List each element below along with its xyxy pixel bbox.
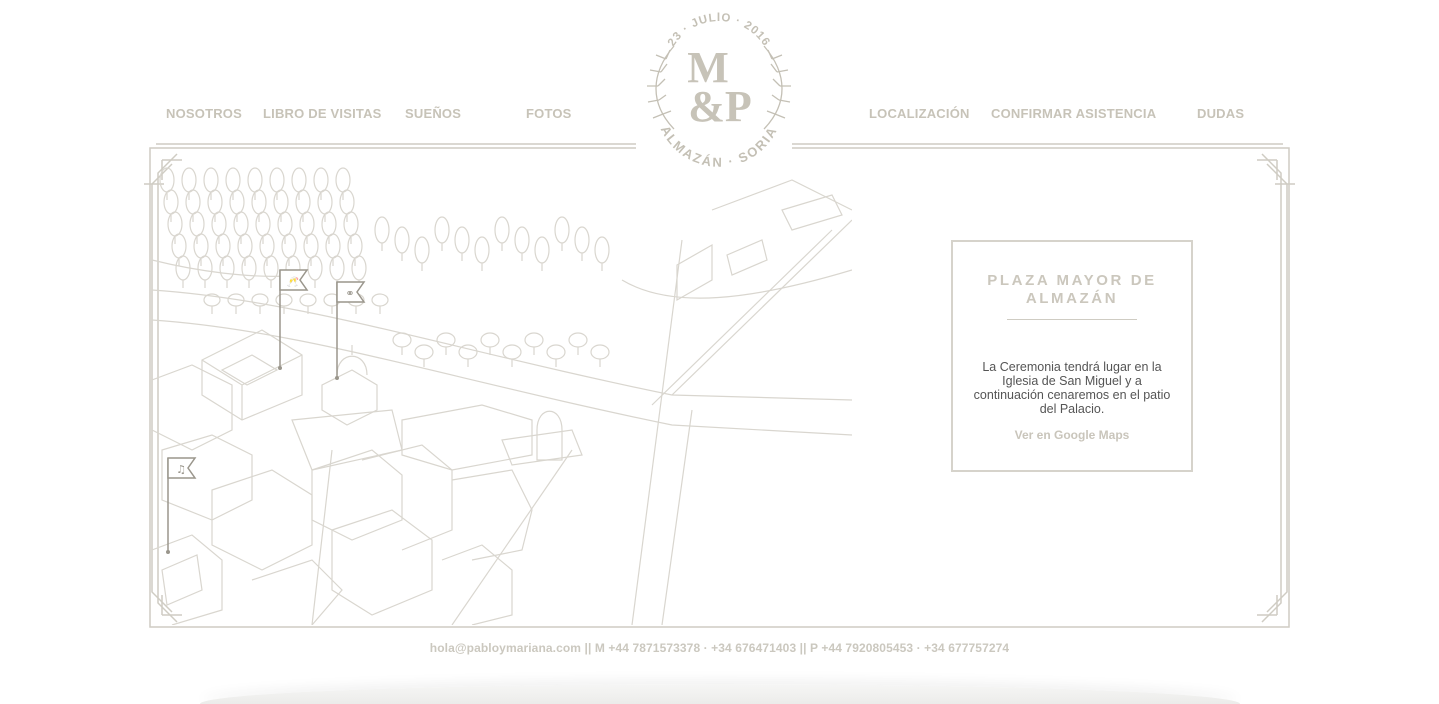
- toast-icon: 🥂: [287, 276, 299, 288]
- card-divider: [1007, 319, 1137, 320]
- music-icon: ♫: [176, 463, 186, 476]
- illustrated-map[interactable]: 🥂 ⚭ ♫: [152, 150, 852, 625]
- wedding-logo[interactable]: 23 · JULIO · 2016 ALMAZÁN · SORIA M &P: [636, 4, 802, 170]
- logo-monogram-p: &P: [688, 82, 752, 131]
- nav-nosotros[interactable]: NOSOTROS: [166, 106, 242, 121]
- nav-fotos[interactable]: FOTOS: [526, 106, 572, 121]
- nav-suenos[interactable]: SUEÑOS: [405, 106, 461, 121]
- rings-icon: ⚭: [345, 287, 354, 300]
- footer-contact: hola@pabloymariana.com || M +44 78715733…: [429, 641, 1010, 655]
- bottom-panel-edge: [200, 684, 1240, 704]
- google-maps-link[interactable]: Ver en Google Maps: [953, 428, 1191, 442]
- nav-dudas[interactable]: DUDAS: [1197, 106, 1244, 121]
- location-card: PLAZA MAYOR DE ALMAZÁN La Ceremonia tend…: [951, 240, 1193, 472]
- nav-confirmar-asistencia[interactable]: CONFIRMAR ASISTENCIA: [991, 106, 1156, 121]
- nav-libro-de-visitas[interactable]: LIBRO DE VISITAS: [263, 106, 382, 121]
- card-description: La Ceremonia tendrá lugar en la Iglesia …: [973, 360, 1171, 416]
- card-title: PLAZA MAYOR DE ALMAZÁN: [987, 272, 1157, 307]
- nav-localizacion[interactable]: LOCALIZACIÓN: [869, 106, 970, 121]
